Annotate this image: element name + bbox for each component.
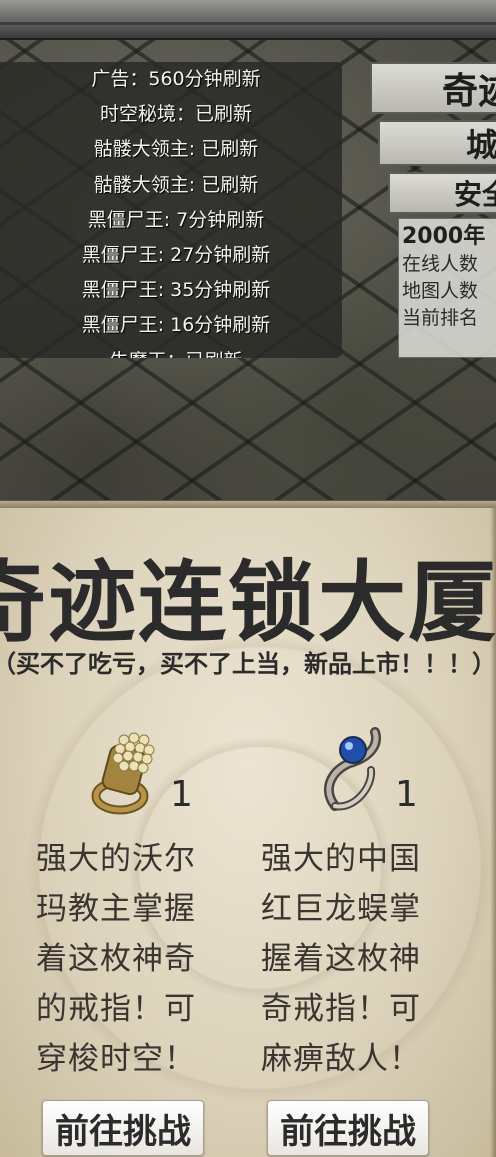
item-description-line: 麻痹敌人！	[261, 1041, 421, 1077]
top-metal-bar	[0, 0, 496, 40]
map-count-label: 地图人数	[402, 280, 479, 302]
online-count-label: 在线人数	[402, 253, 479, 275]
server-title-button[interactable]: 奇迹	[370, 62, 496, 114]
boss-timer-line: 时空秘境：已刷新	[99, 103, 252, 126]
item-description: 强大的中国 红巨龙蜈掌 握着这枚神 奇戒指！可 麻痹敌人！	[261, 834, 441, 1084]
shop-item: 1 强大的中国 红巨龙蜈掌 握着这枚神 奇戒指！可 麻痹敌人！ 前往挑战	[255, 708, 455, 1157]
item-description-line: 玛教主掌握	[36, 891, 196, 927]
boss-timer-line: 广告：560分钟刷新	[91, 68, 261, 90]
challenge-button[interactable]: 前往挑战	[42, 1100, 204, 1156]
safety-status-button[interactable]: 安全	[388, 172, 496, 214]
item-description-line: 奇戒指！可	[261, 991, 421, 1027]
challenge-button[interactable]: 前往挑战	[267, 1100, 429, 1156]
item-description: 强大的沃尔 玛教主掌握 着这枚神奇 的戒指！可 穿梭时空！	[36, 834, 216, 1084]
blue-gem-ring-icon[interactable]	[313, 718, 403, 818]
server-info-panel: 奇迹 城 安全 2000年 在线人数 地图人数 当前排名	[370, 62, 496, 360]
item-description-line: 的戒指！可	[36, 991, 196, 1027]
shop-item: 1 强大的沃尔 玛教主掌握 着这枚神奇 的戒指！可 穿梭时空！ 前往挑战	[30, 708, 230, 1157]
shop-subtitle: （买不了吃亏，买不了上当，新品上市！！！）	[0, 650, 496, 678]
item-description-line: 穿梭时空！	[36, 1041, 196, 1077]
zone-name-button[interactable]: 城	[378, 120, 496, 166]
boss-timer-line: 黑僵尸王: 7分钟刷新	[87, 208, 265, 231]
section-divider	[0, 500, 496, 508]
shop-panel: 奇迹连锁大厦 （买不了吃亏，买不了上当，新品上市！！！） 1 强大的沃尔 玛教主…	[0, 508, 496, 1157]
boss-timer-line: 黑僵尸王: 16分钟刷新	[81, 314, 271, 337]
boss-timer-line: 骷髅大领主: 已刷新	[93, 138, 259, 161]
gold-pearl-ring-icon[interactable]	[88, 718, 178, 818]
item-description-line: 强大的沃尔	[36, 841, 196, 877]
game-scene: 广告：560分钟刷新 时空秘境：已刷新 骷髅大领主: 已刷新 骷髅大领主: 已刷…	[0, 40, 496, 500]
item-description-line: 握着这枚神	[261, 941, 421, 977]
boss-refresh-panel[interactable]: 广告：560分钟刷新 时空秘境：已刷新 骷髅大领主: 已刷新 骷髅大领主: 已刷…	[0, 62, 342, 358]
item-description-line: 强大的中国	[261, 841, 421, 877]
shop-title: 奇迹连锁大厦	[0, 550, 496, 654]
boss-timer-line: 黑僵尸王: 35分钟刷新	[81, 279, 271, 302]
item-description-line: 着这枚神奇	[36, 941, 196, 977]
boss-timer-line: 骷髅大领主: 已刷新	[93, 173, 259, 196]
rank-label: 当前排名	[402, 307, 479, 329]
server-stats-box: 2000年 在线人数 地图人数 当前排名	[398, 218, 496, 358]
boss-timer-line: 牛魔王：已刷新	[0, 344, 342, 359]
boss-timer-line: 黑僵尸王: 27分钟刷新	[81, 243, 271, 266]
server-year: 2000年	[402, 224, 486, 249]
item-quantity: 1	[170, 774, 193, 815]
top-bar-groove	[0, 22, 496, 25]
item-quantity: 1	[395, 774, 418, 815]
item-description-line: 红巨龙蜈掌	[261, 891, 421, 927]
